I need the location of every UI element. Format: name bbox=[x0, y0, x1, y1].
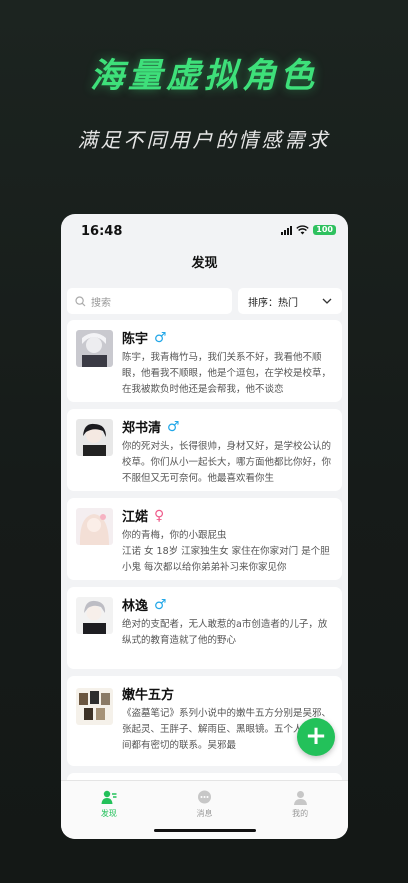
status-bar: 16:48 100 bbox=[61, 214, 348, 248]
character-description: 陈宇，我青梅竹马，我们关系不好，我看他不顺眼，他看我不顺眼，他是个逗包，在学校是… bbox=[122, 352, 332, 395]
avatar bbox=[76, 330, 113, 367]
sort-dropdown[interactable]: 排序：热门 bbox=[238, 288, 342, 314]
character-card[interactable]: 嫩牛五方 《盗墓笔记》系列小说中的嫩牛五方分别是吴邪、张起灵、王胖子、解雨臣、黑… bbox=[67, 676, 342, 766]
character-description: 你的青梅，你的小跟屁虫 江诺 女 18岁 江家独生女 家住在你家对门 是个胆小鬼… bbox=[122, 530, 330, 573]
promo-headline: 海量虚拟角色 bbox=[90, 56, 318, 96]
tab-label: 发现 bbox=[100, 809, 117, 818]
promo-subline: 满足不同用户的情感需求 bbox=[77, 128, 331, 152]
female-icon: ♀ bbox=[154, 507, 165, 524]
character-name: 林逸 bbox=[122, 599, 149, 614]
character-description: 绝对的支配者，无人敢惹的a市创造者的儿子，放纵式的教育造就了他的野心 bbox=[122, 619, 328, 646]
male-icon: ♂ bbox=[154, 329, 167, 346]
character-description: 你的死对头，长得很帅，身材又好，是学校公认的校草。你们从小一起长大，哪方面他都比… bbox=[122, 441, 332, 484]
character-card[interactable]: 江婼 ♀ 你的青梅，你的小跟屁虫 江诺 女 18岁 江家独生女 家住在你家对门 … bbox=[67, 498, 342, 580]
sort-label: 排序：热门 bbox=[248, 297, 298, 309]
male-icon: ♂ bbox=[167, 418, 180, 435]
discover-icon bbox=[101, 790, 117, 804]
character-name: 嫩牛五方 bbox=[122, 688, 175, 703]
signal-icon bbox=[281, 225, 293, 235]
search-icon bbox=[75, 295, 86, 306]
tab-label: 消息 bbox=[196, 809, 213, 818]
status-time: 16:48 bbox=[81, 224, 123, 239]
character-name: 陈宇 bbox=[122, 332, 149, 347]
tab-label: 我的 bbox=[292, 809, 309, 818]
home-indicator bbox=[154, 829, 256, 832]
add-character-button[interactable]: + bbox=[297, 718, 335, 756]
character-card[interactable]: 陈宇 ♂ 陈宇，我青梅竹马，我们关系不好，我看他不顺眼，他看我不顺眼，他是个逗包… bbox=[67, 320, 342, 402]
character-name: 郑书清 bbox=[122, 421, 162, 436]
avatar bbox=[76, 419, 113, 456]
status-icons: 100 bbox=[281, 225, 336, 235]
wifi-icon bbox=[296, 225, 309, 235]
tab-profile[interactable]: 我的 bbox=[252, 781, 348, 839]
avatar bbox=[76, 508, 113, 545]
tab-discover[interactable]: 发现 bbox=[61, 781, 157, 839]
avatar bbox=[76, 688, 113, 725]
battery-icon: 100 bbox=[313, 225, 336, 235]
character-card[interactable]: 林逸 ♂ 绝对的支配者，无人敢惹的a市创造者的儿子，放纵式的教育造就了他的野心 bbox=[67, 587, 342, 669]
character-name: 江婼 bbox=[122, 510, 149, 525]
search-input[interactable]: 搜索 bbox=[67, 288, 232, 314]
filter-controls: 搜索 排序：热门 bbox=[67, 288, 342, 314]
phone-screen: 16:48 100 发现 搜索 排序：热门 陈宇 ♂ 陈宇，我青梅竹马，我们关系… bbox=[61, 214, 348, 839]
page-title: 发现 bbox=[191, 256, 218, 271]
chevron-down-icon bbox=[322, 298, 332, 304]
male-icon: ♂ bbox=[154, 596, 167, 613]
character-card[interactable]: 郑书清 ♂ 你的死对头，长得很帅，身材又好，是学校公认的校草。你们从小一起长大，… bbox=[67, 409, 342, 491]
message-icon bbox=[198, 790, 211, 804]
search-placeholder: 搜索 bbox=[91, 297, 111, 309]
avatar bbox=[76, 597, 113, 634]
profile-icon bbox=[293, 791, 307, 805]
